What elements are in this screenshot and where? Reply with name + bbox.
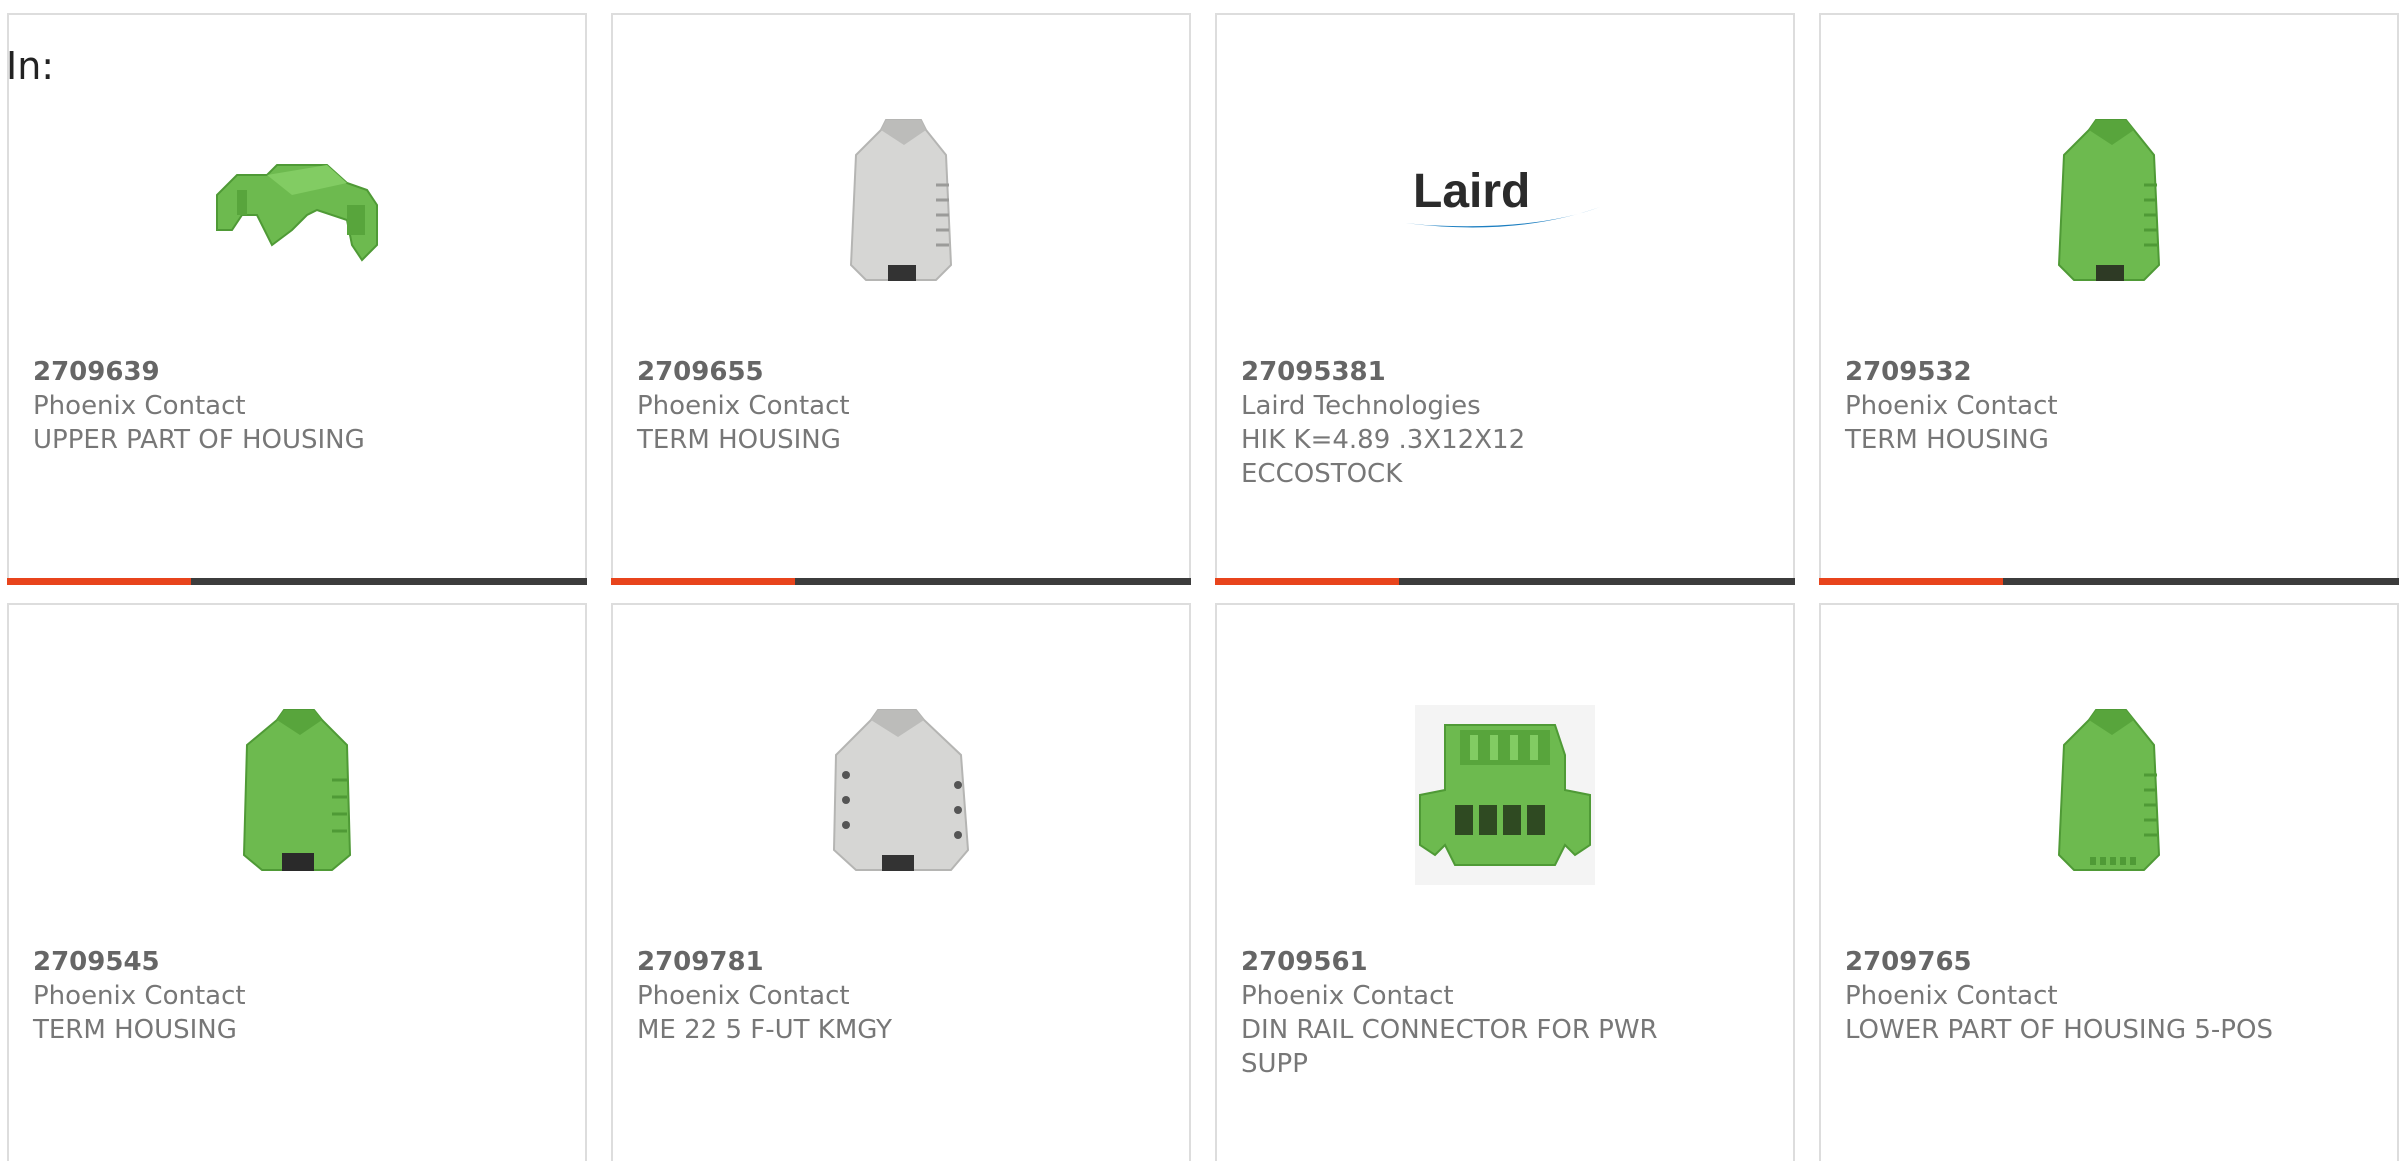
green-housing-upper-icon bbox=[216, 164, 378, 262]
product-image[interactable] bbox=[613, 695, 1189, 895]
card-accent-bar bbox=[7, 578, 587, 585]
manufacturer: Phoenix Contact bbox=[33, 391, 246, 421]
gray-term-housing-icon bbox=[849, 119, 953, 281]
manufacturer: Phoenix Contact bbox=[33, 981, 246, 1011]
product-card[interactable]: Laird 27095381 Laird Technologies HIK K=… bbox=[1215, 13, 1795, 585]
part-number[interactable]: 2709545 bbox=[33, 945, 465, 979]
description: ME 22 5 F-UT KMGY bbox=[637, 1015, 893, 1045]
green-term-housing-icon bbox=[242, 709, 352, 871]
product-image[interactable] bbox=[1821, 105, 2397, 305]
description: DIN RAIL CONNECTOR FOR PWR SUPP bbox=[1241, 1015, 1658, 1079]
product-image[interactable] bbox=[9, 105, 585, 305]
description: HIK K=4.89 .3X12X12 ECCOSTOCK bbox=[1241, 425, 1526, 489]
green-term-housing-icon bbox=[2057, 119, 2161, 281]
part-number[interactable]: 2709532 bbox=[1845, 355, 2277, 389]
product-image[interactable] bbox=[1217, 695, 1793, 895]
part-number[interactable]: 27095381 bbox=[1241, 355, 1673, 389]
description: UPPER PART OF HOUSING bbox=[33, 425, 365, 455]
product-card[interactable]: 2709532 Phoenix Contact TERM HOUSING bbox=[1819, 13, 2399, 585]
product-image[interactable] bbox=[9, 695, 585, 895]
manufacturer: Laird Technologies bbox=[1241, 391, 1481, 421]
product-grid-page: In: 2709639 Phoenix Contact UPPER PART O… bbox=[0, 0, 2400, 1161]
manufacturer: Phoenix Contact bbox=[1241, 981, 1454, 1011]
part-number[interactable]: 2709561 bbox=[1241, 945, 1673, 979]
card-accent-bar bbox=[611, 578, 1191, 585]
product-image[interactable] bbox=[1821, 695, 2397, 895]
product-card[interactable]: 2709639 Phoenix Contact UPPER PART OF HO… bbox=[7, 13, 587, 585]
part-number[interactable]: 2709781 bbox=[637, 945, 1069, 979]
description: TERM HOUSING bbox=[33, 1015, 237, 1045]
din-rail-connector-icon bbox=[1415, 705, 1595, 885]
product-image[interactable]: Laird bbox=[1217, 105, 1793, 305]
product-card[interactable]: 2709545 Phoenix Contact TERM HOUSING bbox=[7, 603, 587, 1161]
filter-label: In: bbox=[6, 44, 55, 88]
manufacturer: Phoenix Contact bbox=[1845, 981, 2058, 1011]
card-accent-bar bbox=[1215, 578, 1795, 585]
product-card[interactable]: 2709655 Phoenix Contact TERM HOUSING bbox=[611, 13, 1191, 585]
product-card[interactable]: 2709781 Phoenix Contact ME 22 5 F-UT KMG… bbox=[611, 603, 1191, 1161]
part-number[interactable]: 2709639 bbox=[33, 355, 465, 389]
description: TERM HOUSING bbox=[1845, 425, 2049, 455]
green-term-housing-icon bbox=[2057, 709, 2161, 871]
part-number[interactable]: 2709765 bbox=[1845, 945, 2277, 979]
manufacturer: Phoenix Contact bbox=[1845, 391, 2058, 421]
manufacturer: Phoenix Contact bbox=[637, 981, 850, 1011]
part-number[interactable]: 2709655 bbox=[637, 355, 1069, 389]
product-card[interactable]: 2709561 Phoenix Contact DIN RAIL CONNECT… bbox=[1215, 603, 1795, 1161]
description: TERM HOUSING bbox=[637, 425, 841, 455]
card-accent-bar bbox=[1819, 578, 2399, 585]
manufacturer: Phoenix Contact bbox=[637, 391, 850, 421]
product-card[interactable]: 2709765 Phoenix Contact LOWER PART OF HO… bbox=[1819, 603, 2399, 1161]
laird-logo-text: Laird bbox=[1413, 165, 1530, 218]
product-image[interactable] bbox=[613, 105, 1189, 305]
laird-logo: Laird bbox=[1405, 165, 1600, 228]
description: LOWER PART OF HOUSING 5-POS bbox=[1845, 1015, 2273, 1045]
gray-term-housing-icon bbox=[832, 709, 970, 871]
